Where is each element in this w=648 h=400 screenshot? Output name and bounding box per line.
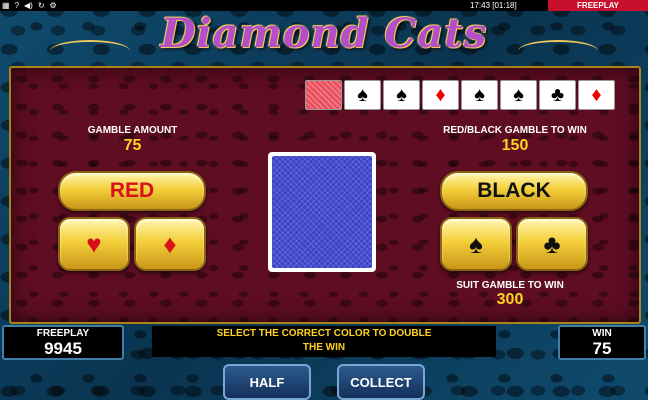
- gamble-amount-value: 75: [123, 137, 142, 154]
- history-card: ♠: [461, 80, 498, 110]
- spades-button[interactable]: ♠: [440, 217, 512, 271]
- freeplay-label: FREEPLAY: [36, 328, 90, 339]
- redblack-win-label: RED/BLACK GAMBLE TO WIN: [443, 125, 587, 136]
- heart-icon: ♥: [86, 228, 102, 259]
- black-button[interactable]: BLACK: [440, 171, 588, 211]
- history-card: ♦: [578, 80, 615, 110]
- gamble-amount-label: GAMBLE AMOUNT: [87, 125, 178, 136]
- suit-win-label: SUIT GAMBLE TO WIN: [456, 280, 564, 291]
- redblack-win-value: 150: [501, 137, 529, 154]
- history-card: ♠: [383, 80, 420, 110]
- history-card: ♠: [500, 80, 537, 110]
- game-logo: Diamond Cats: [160, 10, 488, 57]
- win-display: WIN 75: [558, 325, 646, 360]
- card-history: ♠ ♠ ♦ ♠ ♠ ♣ ♦: [305, 80, 615, 110]
- message-line: SELECT THE CORRECT COLOR TO DOUBLE: [216, 328, 432, 339]
- club-icon: ♣: [543, 228, 561, 259]
- spade-icon: ♠: [469, 228, 483, 259]
- message-line: THE WIN: [302, 342, 346, 353]
- history-card: ♦: [422, 80, 459, 110]
- face-down-card: [268, 152, 376, 272]
- suit-win-value: 300: [496, 291, 524, 308]
- clubs-button[interactable]: ♣: [516, 217, 588, 271]
- freeplay-balance: FREEPLAY 9945: [2, 325, 124, 360]
- instruction-message: SELECT THE CORRECT COLOR TO DOUBLE THE W…: [152, 326, 496, 357]
- history-card: [305, 80, 342, 110]
- diamond-icon: ♦: [163, 228, 177, 259]
- half-button[interactable]: HALF: [223, 364, 311, 400]
- history-card: ♠: [344, 80, 381, 110]
- diamonds-button[interactable]: ♦: [134, 217, 206, 271]
- hearts-button[interactable]: ♥: [58, 217, 130, 271]
- red-button[interactable]: RED: [58, 171, 206, 211]
- collect-button[interactable]: COLLECT: [337, 364, 425, 400]
- history-card: ♣: [539, 80, 576, 110]
- win-label: WIN: [592, 328, 612, 339]
- win-value: 75: [592, 339, 612, 358]
- freeplay-value: 9945: [44, 339, 82, 358]
